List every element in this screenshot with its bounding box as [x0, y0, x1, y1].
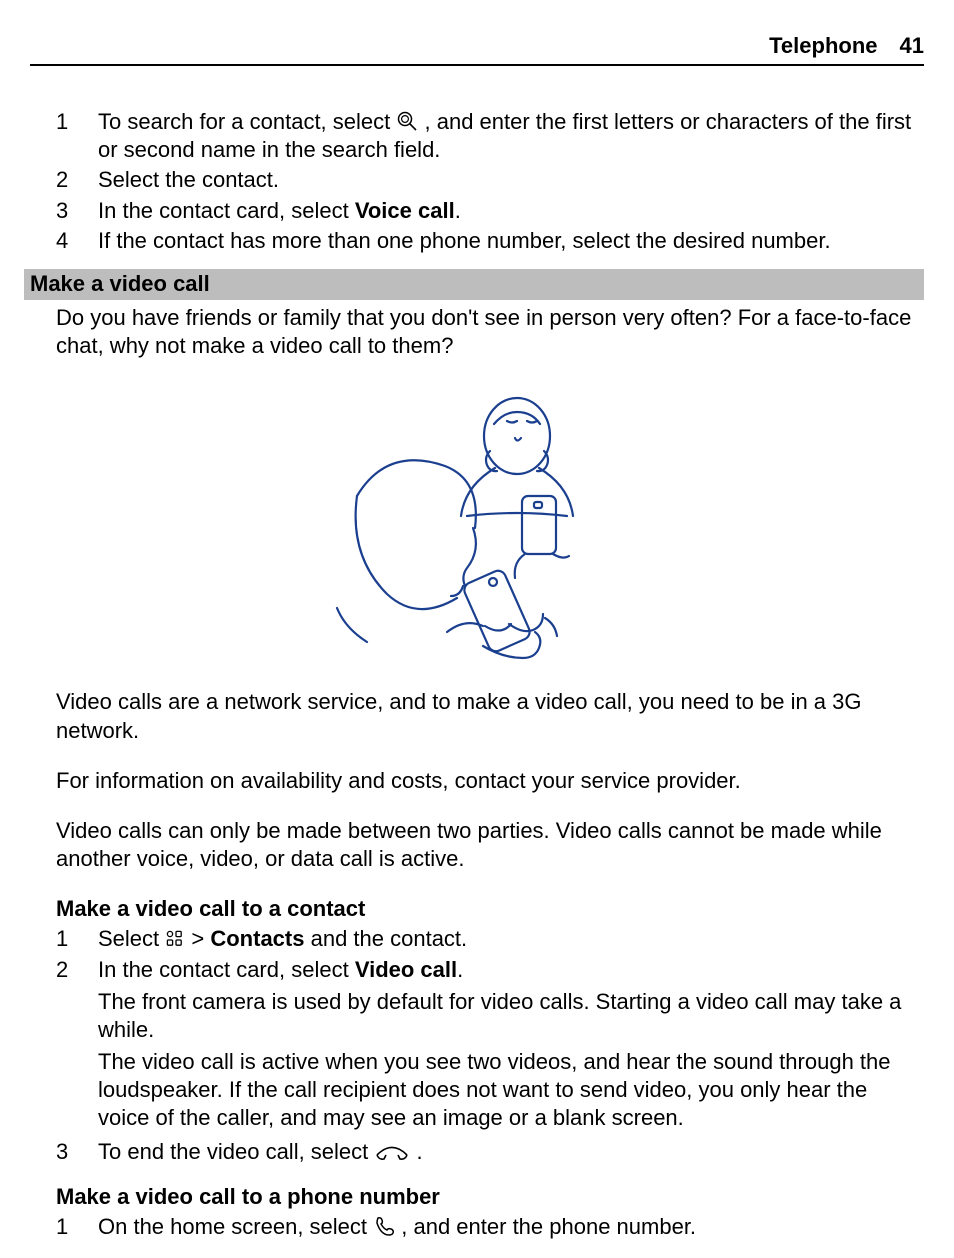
subheading: Make a video call to a contact: [56, 895, 924, 923]
step-text: On the home screen, select , and enter t…: [98, 1213, 924, 1241]
list-item: 2 In the contact card, select Video call…: [56, 956, 924, 1137]
body-paragraph: For information on availability and cost…: [56, 767, 924, 795]
header-section: Telephone: [769, 32, 877, 60]
step-number: 1: [56, 108, 98, 164]
step-text: Select the contact.: [98, 166, 924, 194]
step-text: To search for a contact, select , and en…: [98, 108, 924, 164]
step-number: 4: [56, 227, 98, 255]
list-item: 1 To search for a contact, select , and …: [56, 108, 924, 164]
step-number: 2: [56, 956, 98, 1137]
list-item: 1 Select > Contacts and the contact.: [56, 925, 924, 953]
steps-search-contact: 1 To search for a contact, select , and …: [30, 108, 924, 255]
body-paragraph: Video calls can only be made between two…: [56, 817, 924, 873]
video-call-illustration: [297, 376, 657, 666]
step-number: 1: [56, 1213, 98, 1241]
list-item: 4 If the contact has more than one phone…: [56, 227, 924, 255]
list-item: 3 In the contact card, select Voice call…: [56, 197, 924, 225]
list-item: 3 To end the video call, select .: [56, 1138, 924, 1166]
step-text: In the contact card, select Voice call.: [98, 197, 924, 225]
step-number: 2: [56, 166, 98, 194]
manual-page: Telephone 41 1 To search for a contact, …: [0, 0, 954, 1258]
step-text: Select > Contacts and the contact.: [98, 925, 924, 953]
step-number: 1: [56, 925, 98, 953]
section-bar: Make a video call: [24, 269, 924, 300]
subheading: Make a video call to a phone number: [56, 1183, 924, 1211]
step-number: 3: [56, 197, 98, 225]
body-paragraph: Video calls are a network service, and t…: [56, 688, 924, 744]
apps-grid-icon: [165, 929, 185, 949]
end-call-icon: [374, 1142, 410, 1162]
header-page-number: 41: [900, 32, 924, 60]
list-item: 2 Select the contact.: [56, 166, 924, 194]
step-text: If the contact has more than one phone n…: [98, 227, 924, 255]
step-text: To end the video call, select .: [98, 1138, 924, 1166]
phone-icon: [373, 1215, 395, 1237]
page-header: Telephone 41: [30, 32, 924, 66]
magnifier-icon: [396, 110, 418, 132]
steps-video-number: 1 On the home screen, select , and enter…: [30, 1213, 924, 1241]
step-text: In the contact card, select Video call. …: [98, 956, 924, 1137]
list-item: 1 On the home screen, select , and enter…: [56, 1213, 924, 1241]
intro-paragraph: Do you have friends or family that you d…: [56, 304, 924, 360]
steps-video-contact: 1 Select > Contacts and the contact. 2 I…: [30, 925, 924, 1166]
step-number: 3: [56, 1138, 98, 1166]
